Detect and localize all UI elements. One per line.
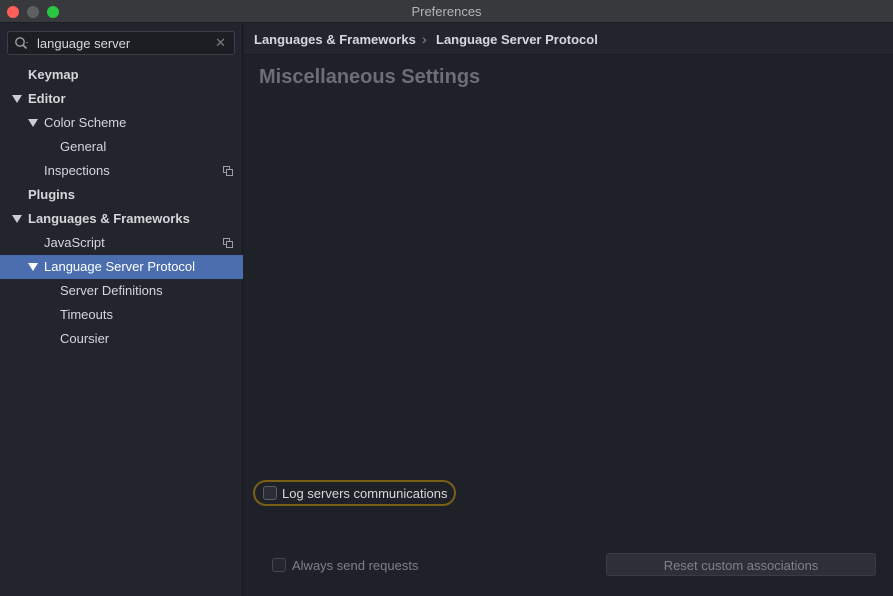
- expanded-arrow-icon[interactable]: [28, 263, 38, 271]
- tree-item-label: Editor: [28, 91, 66, 106]
- clear-search-icon[interactable]: ✕: [215, 35, 226, 51]
- tree-item-general[interactable]: General: [0, 135, 243, 159]
- breadcrumb: Languages & Frameworks › Language Server…: [244, 23, 893, 55]
- settings-sidebar: ✕ Keymap Editor Color Scheme General Ins…: [0, 23, 243, 596]
- breadcrumb-current: Language Server Protocol: [436, 32, 598, 47]
- log-servers-checkbox-row[interactable]: Log servers communications: [253, 480, 456, 506]
- log-servers-label[interactable]: Log servers communications: [282, 486, 447, 501]
- tree-item-languages-frameworks[interactable]: Languages & Frameworks: [0, 207, 243, 231]
- tree-item-label: Color Scheme: [44, 115, 127, 130]
- tree-item-coursier[interactable]: Coursier: [0, 327, 243, 351]
- tree-item-label: General: [60, 139, 107, 154]
- tree-item-label: Timeouts: [60, 307, 113, 322]
- tree-item-language-server-protocol[interactable]: Language Server Protocol: [0, 255, 243, 279]
- tree-item-timeouts[interactable]: Timeouts: [0, 303, 243, 327]
- search-input[interactable]: [37, 35, 209, 52]
- reset-associations-button[interactable]: Reset custom associations: [606, 553, 876, 576]
- tree-item-editor[interactable]: Editor: [0, 87, 243, 111]
- breadcrumb-separator-icon: ›: [422, 31, 427, 47]
- tree-item-label: Inspections: [44, 163, 110, 178]
- tree-item-label: Plugins: [28, 187, 75, 202]
- title-bar: Preferences: [0, 0, 893, 23]
- tree-item-server-definitions[interactable]: Server Definitions: [0, 279, 243, 303]
- tree-item-plugins[interactable]: Plugins: [0, 183, 243, 207]
- tree-item-label: Server Definitions: [60, 283, 163, 298]
- expanded-arrow-icon[interactable]: [12, 95, 22, 103]
- always-send-label[interactable]: Always send requests: [292, 558, 418, 573]
- search-box[interactable]: ✕: [7, 31, 235, 55]
- section-title: Miscellaneous Settings: [259, 66, 481, 88]
- settings-panel: Languages & Frameworks › Language Server…: [244, 23, 893, 596]
- tree-item-inspections[interactable]: Inspections: [0, 159, 243, 183]
- expanded-arrow-icon[interactable]: [12, 215, 22, 223]
- breadcrumb-parent[interactable]: Languages & Frameworks: [254, 32, 416, 47]
- tree-item-color-scheme[interactable]: Color Scheme: [0, 111, 243, 135]
- tree-item-label: Languages & Frameworks: [28, 211, 190, 226]
- log-servers-checkbox[interactable]: [263, 486, 277, 500]
- tree-item-label: Coursier: [60, 331, 110, 346]
- expanded-arrow-icon[interactable]: [28, 119, 38, 127]
- project-settings-icon: [223, 238, 233, 248]
- window-title: Preferences: [411, 4, 482, 19]
- tree-item-javascript[interactable]: JavaScript: [0, 231, 243, 255]
- tree-item-label: JavaScript: [44, 235, 105, 250]
- tree-item-label: Keymap: [28, 67, 79, 82]
- project-settings-icon: [223, 166, 233, 176]
- always-send-checkbox[interactable]: [272, 558, 286, 572]
- search-icon[interactable]: [14, 36, 30, 52]
- tree-item-label: Language Server Protocol: [44, 259, 196, 274]
- tree-item-keymap[interactable]: Keymap: [0, 63, 243, 87]
